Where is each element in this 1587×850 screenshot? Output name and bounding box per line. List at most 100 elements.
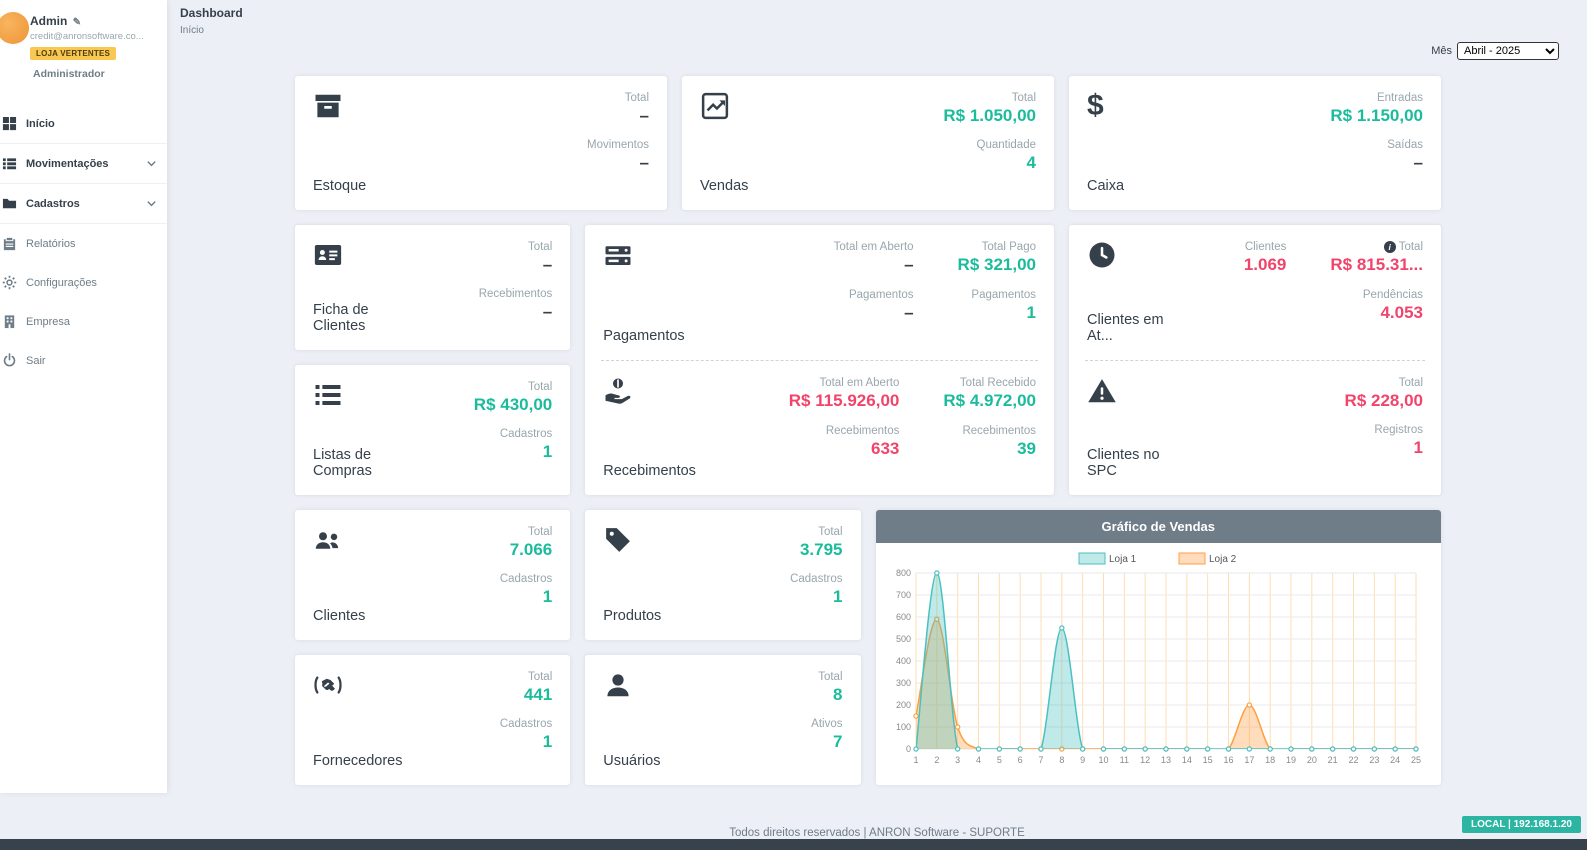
sidebar-item-label: Empresa (26, 316, 70, 328)
info-icon[interactable]: i (1384, 241, 1396, 253)
stat-value: 4.053 (1330, 303, 1423, 323)
grid-icon (2, 116, 17, 131)
stat-value: R$ 321,00 (958, 255, 1036, 275)
user-email: credit@anronsoftware.co... (30, 31, 159, 42)
card-title: Produtos (603, 609, 661, 625)
card-title: Fornecedores (313, 754, 402, 770)
breadcrumb[interactable]: Início (180, 25, 1587, 36)
stat-label: Saídas (1330, 139, 1423, 151)
stat-label: Total Pago (958, 241, 1036, 253)
power-icon (2, 353, 17, 368)
card-pagamentos: Pagamentos Total em Aberto – Total Pago … (585, 225, 1054, 360)
stat-value: 1 (500, 587, 552, 607)
stat-value: 1 (958, 303, 1036, 323)
card-title: Caixa (1087, 179, 1124, 195)
sidebar-item-label: Movimentações (26, 158, 109, 170)
svg-text:7: 7 (1038, 755, 1043, 765)
card-vendas: Vendas Total R$ 1.050,00 Quantidade 4 (682, 76, 1054, 210)
stat-value: R$ 815.31... (1330, 255, 1423, 275)
clock-icon (1087, 240, 1117, 270)
stat-label: Cadastros (790, 573, 842, 585)
sidebar-item-configuracoes[interactable]: Configurações (0, 263, 167, 302)
svg-text:12: 12 (1140, 755, 1150, 765)
stat-value: – (587, 153, 649, 173)
svg-text:24: 24 (1390, 755, 1400, 765)
footer-text: Todos direitos reservados | ANRON Softwa… (167, 827, 1587, 839)
list-bullets-icon (313, 380, 343, 410)
svg-text:22: 22 (1348, 755, 1358, 765)
svg-text:200: 200 (895, 700, 910, 710)
sidebar-item-label: Sair (26, 355, 46, 367)
main-content: Dashboard Início Mês Abril - 2025 Estoqu… (167, 0, 1587, 839)
stat-label: Cadastros (500, 718, 552, 730)
card-caixa: $ Caixa Entradas R$ 1.150,00 Saídas – (1069, 76, 1441, 210)
stat-label: Pagamentos (834, 289, 914, 301)
stat-label: Ativos (811, 718, 842, 730)
svg-text:10: 10 (1098, 755, 1108, 765)
stat-value: R$ 228,00 (1345, 391, 1423, 411)
dollar-icon: $ (1087, 91, 1124, 121)
svg-text:8: 8 (1059, 755, 1064, 765)
sidebar-item-movimentacoes[interactable]: Movimentações (0, 143, 167, 183)
svg-text:25: 25 (1410, 755, 1420, 765)
month-select[interactable]: Abril - 2025 (1457, 42, 1559, 60)
stat-value: 1 (790, 587, 842, 607)
stat-value: 7.066 (500, 540, 552, 560)
stat-label: Total (1345, 377, 1423, 389)
stat-value: 441 (500, 685, 552, 705)
users-icon (313, 525, 343, 555)
card-clientes: Clientes Total 7.066 Cadastros 1 (295, 510, 570, 640)
card-usuarios: Usuários Total 8 Ativos 7 (585, 655, 860, 785)
stat-value: – (479, 302, 553, 322)
stat-label: Total (587, 92, 649, 104)
svg-text:Loja 2: Loja 2 (1209, 554, 1237, 565)
avatar[interactable] (0, 12, 29, 44)
stat-label: Pagamentos (958, 289, 1036, 301)
stat-label: Movimentos (587, 139, 649, 151)
sidebar-item-inicio[interactable]: Início (0, 104, 167, 143)
card-title: Clientes (313, 609, 365, 625)
sidebar-item-cadastros[interactable]: Cadastros (0, 183, 167, 224)
store-badge: LOJA VERTENTES (30, 47, 116, 60)
bottom-bar (0, 839, 1587, 850)
card-title: Listas de Compras (313, 448, 408, 480)
card-clientes-atraso: Clientes em At... Clientes 1.069 iTotal … (1069, 225, 1441, 360)
stat-label: Total Recebido (943, 377, 1036, 389)
sidebar-item-label: Relatórios (26, 238, 76, 250)
svg-text:4: 4 (975, 755, 980, 765)
sidebar-item-relatorios[interactable]: Relatórios (0, 224, 167, 263)
hand-holding-dollar-icon (603, 376, 633, 406)
stat-value: 1 (474, 442, 552, 462)
stat-label: Cadastros (500, 573, 552, 585)
stat-value: – (479, 255, 553, 275)
stat-label: Total (811, 671, 842, 683)
edit-pencil-icon[interactable]: ✎ (73, 17, 81, 28)
svg-text:500: 500 (895, 634, 910, 644)
stat-value: – (1330, 153, 1423, 173)
sidebar-item-sair[interactable]: Sair (0, 341, 167, 380)
svg-text:9: 9 (1080, 755, 1085, 765)
building-icon (2, 314, 17, 329)
stat-value: 4 (943, 153, 1036, 173)
svg-text:400: 400 (895, 656, 910, 666)
stat-label: Clientes (1244, 241, 1287, 253)
svg-text:23: 23 (1369, 755, 1379, 765)
sidebar-item-empresa[interactable]: Empresa (0, 302, 167, 341)
stat-value: R$ 4.972,00 (943, 391, 1036, 411)
card-recebimentos: Recebimentos Total em Aberto R$ 115.926,… (585, 361, 1054, 496)
card-atraso-spc: Clientes em At... Clientes 1.069 iTotal … (1069, 225, 1441, 495)
svg-text:2: 2 (934, 755, 939, 765)
svg-text:100: 100 (895, 722, 910, 732)
stat-value: 7 (811, 732, 842, 752)
month-label: Mês (1431, 45, 1452, 57)
clipboard-icon (2, 236, 17, 251)
archive-icon (313, 91, 343, 121)
card-title: Vendas (700, 179, 748, 195)
stat-label: Total (943, 92, 1036, 104)
card-listas-compras: Listas de Compras Total R$ 430,00 Cadast… (295, 365, 570, 495)
card-title: Clientes no SPC (1087, 448, 1182, 480)
user-box: Admin ✎ credit@anronsoftware.co... LOJA … (0, 0, 167, 90)
gear-icon (2, 275, 17, 290)
stat-label: Quantidade (943, 139, 1036, 151)
environment-badge: LOCAL | 192.168.1.20 (1462, 816, 1581, 833)
